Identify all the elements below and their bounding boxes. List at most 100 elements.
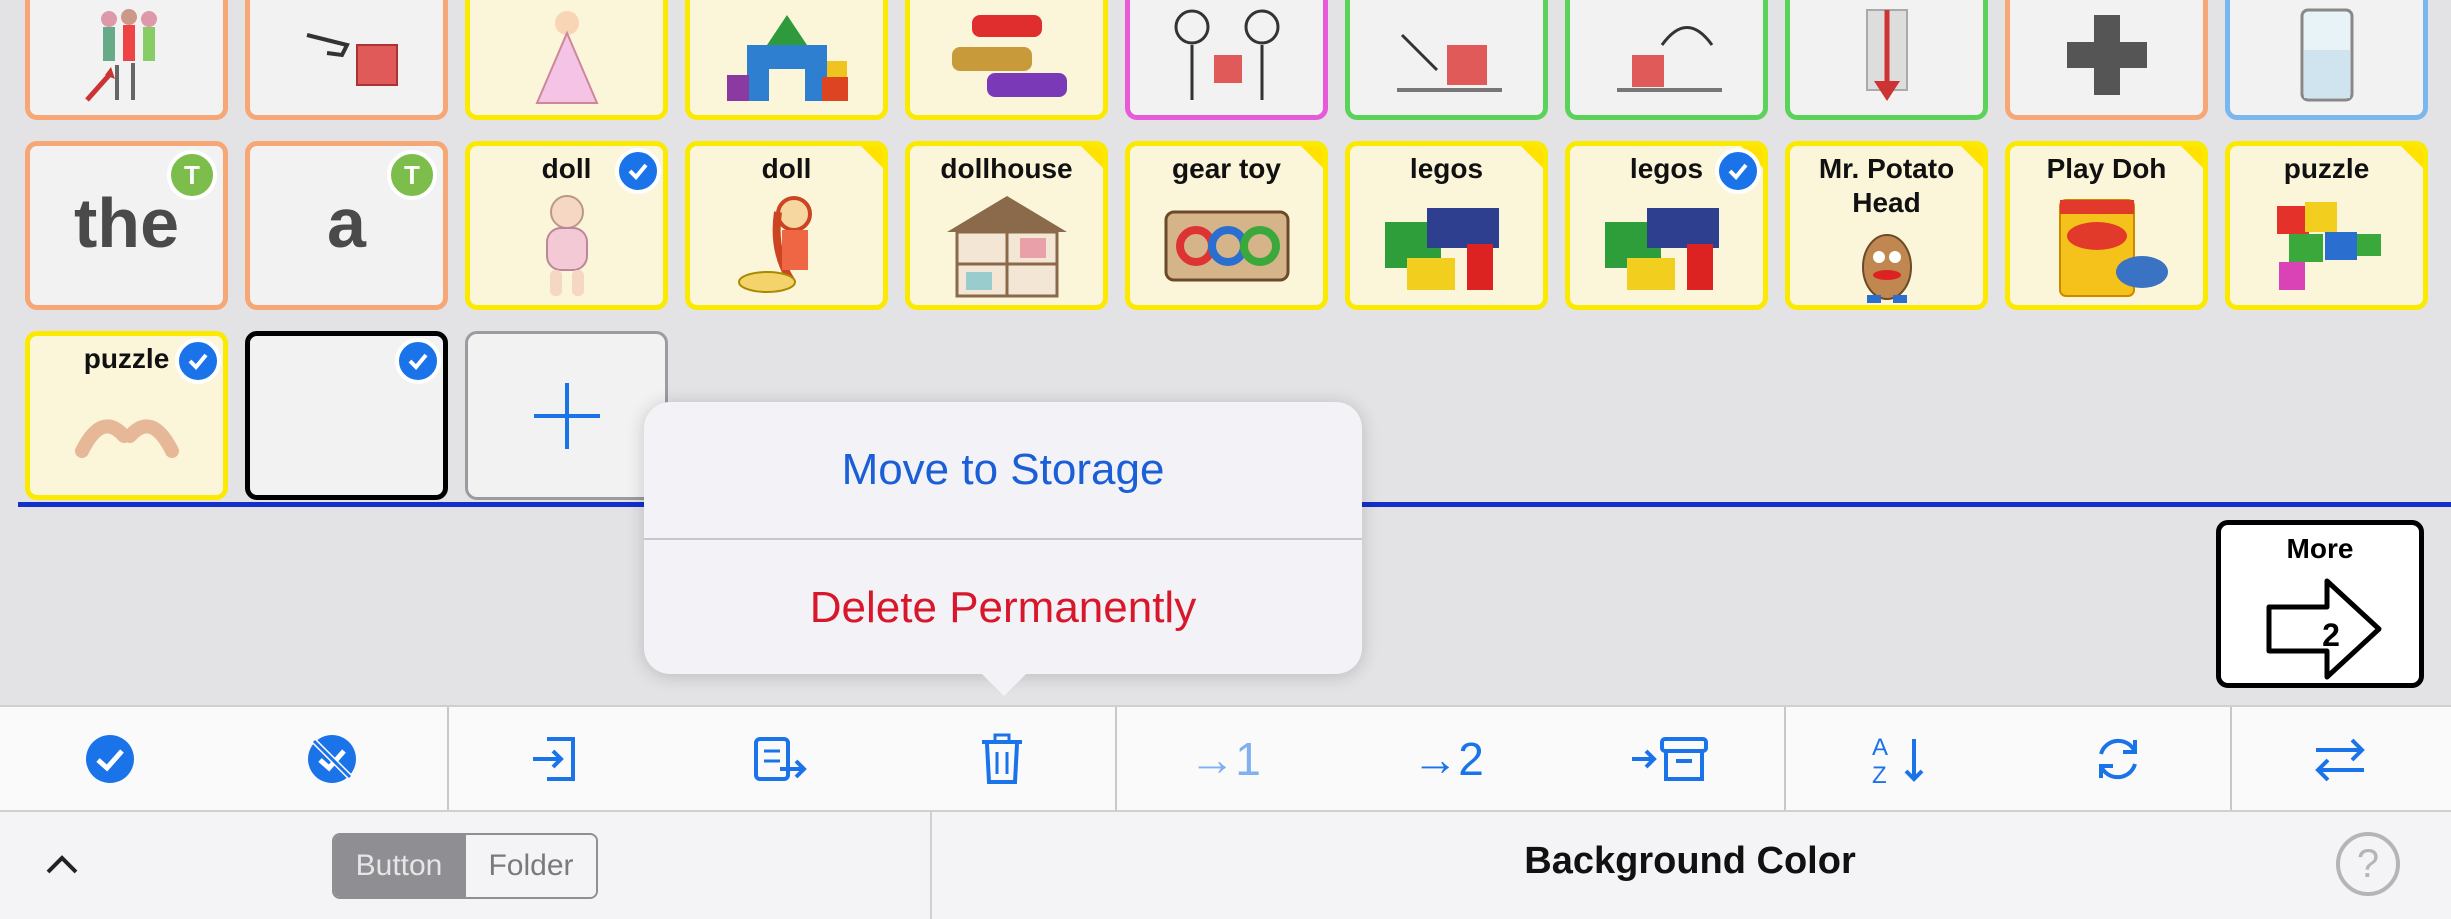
lego-bricks-icon	[1350, 194, 1543, 297]
sort-button[interactable]: A Z	[1848, 707, 1948, 810]
blank-tile[interactable]	[245, 331, 448, 500]
collapse-button[interactable]	[40, 842, 84, 891]
selected-check-icon	[1715, 148, 1761, 194]
doll-tile[interactable]: doll	[465, 141, 668, 310]
jump-over-icon	[1570, 3, 1763, 107]
select-all-button[interactable]	[60, 707, 160, 810]
give-tile[interactable]	[1125, 0, 1328, 120]
baby-doll-icon	[470, 194, 663, 297]
dollhouse-tile[interactable]: dollhouse	[905, 141, 1108, 310]
delete-button[interactable]	[952, 707, 1052, 810]
help-icon[interactable]: ?	[2336, 832, 2400, 896]
toolbar-divider	[1115, 707, 1117, 810]
princess-icon	[470, 3, 663, 107]
puzzle-pieces-icon	[2230, 194, 2423, 297]
people-tile[interactable]	[25, 0, 228, 120]
princess-tile[interactable]	[465, 0, 668, 120]
mr-potato-head-tile[interactable]: Mr. Potato Head	[1785, 141, 1988, 310]
play-doh-tile[interactable]: Play Doh	[2005, 141, 2208, 310]
plus-tile[interactable]	[2005, 0, 2208, 120]
clipboard-arrow-icon	[754, 736, 807, 781]
hand-give-icon	[250, 3, 443, 107]
text-badge-icon: T	[387, 150, 437, 200]
tile-label: dollhouse	[940, 153, 1073, 184]
inspector-bar: Button Folder Background Color ?	[0, 812, 2451, 919]
glass-icon	[2230, 3, 2423, 107]
move-to-storage-button[interactable]: Move to Storage	[644, 402, 1362, 538]
trash-icon	[982, 733, 1022, 784]
move-page-1-label: →1	[1189, 732, 1261, 785]
chevron-up-icon	[46, 855, 78, 874]
toolbar-divider	[1784, 707, 1786, 810]
put-down-icon	[1350, 3, 1543, 107]
more-button[interactable]: More 2	[2216, 520, 2424, 688]
uncheck-circle-icon	[308, 734, 356, 783]
toolbar-divider	[2230, 707, 2232, 810]
move-to-page-1-button[interactable]: →1	[1175, 707, 1275, 810]
plus-symbol-icon	[2010, 3, 2203, 107]
type-segmented-control: Button Folder	[332, 833, 598, 899]
selected-check-icon	[175, 338, 221, 384]
add-button-tile[interactable]	[465, 331, 668, 500]
copy-to-button[interactable]	[730, 707, 830, 810]
add-plus-icon	[468, 334, 665, 497]
selected-check-icon	[615, 148, 661, 194]
selected-check-icon	[395, 338, 441, 384]
hand-block-tile[interactable]	[245, 0, 448, 120]
legos-tile-2[interactable]: legos	[1565, 141, 1768, 310]
tile-label: Mr. Potato Head	[1818, 153, 1955, 218]
down-arrow-icon	[1790, 3, 1983, 107]
more-page-number: 2	[2322, 617, 2340, 653]
legos-tile[interactable]: legos	[1345, 141, 1548, 310]
move-to-storage-toolbar-button[interactable]	[1620, 707, 1720, 810]
popover-arrow	[982, 674, 1026, 696]
swap-button[interactable]	[2290, 707, 2390, 810]
deselect-all-button[interactable]	[282, 707, 382, 810]
rag-doll-icon	[690, 194, 883, 297]
put-down-tile[interactable]	[1345, 0, 1548, 120]
gears-icon	[1130, 194, 1323, 297]
arrow-to-storage-icon	[1632, 736, 1708, 781]
dollhouse-icon	[910, 194, 1103, 297]
gear-toy-tile[interactable]: gear toy	[1125, 141, 1328, 310]
tile-label: gear toy	[1172, 153, 1281, 184]
down-tile[interactable]	[1785, 0, 1988, 120]
doll-tile-2[interactable]: doll	[685, 141, 888, 310]
people-pointing-icon	[30, 3, 223, 107]
toy-cars-icon	[910, 3, 1103, 107]
delete-permanently-button[interactable]: Delete Permanently	[644, 540, 1362, 676]
two-people-icon	[1130, 3, 1323, 107]
import-button[interactable]	[505, 707, 605, 810]
tile-label: legos	[1409, 153, 1484, 184]
blocks-icon	[690, 3, 883, 107]
tile-label: puzzle	[2283, 153, 2370, 184]
glass-tile[interactable]	[2225, 0, 2428, 120]
potato-head-icon	[1790, 232, 1983, 303]
puzzle-tile-2[interactable]: puzzle	[25, 331, 228, 500]
tile-label: Play Doh	[2046, 153, 2167, 184]
toolbar-divider	[447, 707, 449, 810]
swap-arrows-icon	[2315, 738, 2365, 781]
jump-tile[interactable]	[1565, 0, 1768, 120]
puzzle-tile[interactable]: puzzle	[2225, 141, 2428, 310]
cars-tile[interactable]	[905, 0, 1108, 120]
blocks-tile[interactable]	[685, 0, 888, 120]
delete-options-popover: Move to Storage Delete Permanently	[644, 402, 1362, 696]
move-page-2-label: →2	[1412, 732, 1484, 785]
word-tile-the[interactable]: the T	[25, 141, 228, 310]
refresh-button[interactable]	[2068, 707, 2168, 810]
refresh-icon	[2099, 738, 2137, 779]
check-circle-icon	[86, 734, 134, 783]
more-label: More	[2286, 533, 2354, 564]
word-tile-a[interactable]: a T	[245, 141, 448, 310]
inspector-divider	[930, 812, 932, 919]
play-doh-can-icon	[2010, 194, 2203, 297]
edit-toolbar: →1 →2 A Z	[0, 705, 2451, 812]
segment-folder[interactable]: Folder	[464, 835, 596, 897]
import-icon	[533, 736, 575, 781]
puzzle-sign-hands-icon	[30, 384, 223, 487]
segment-button[interactable]: Button	[334, 835, 464, 897]
move-to-page-2-button[interactable]: →2	[1398, 707, 1498, 810]
svg-text:A: A	[1872, 734, 1888, 761]
lego-bricks-icon	[1570, 194, 1763, 297]
